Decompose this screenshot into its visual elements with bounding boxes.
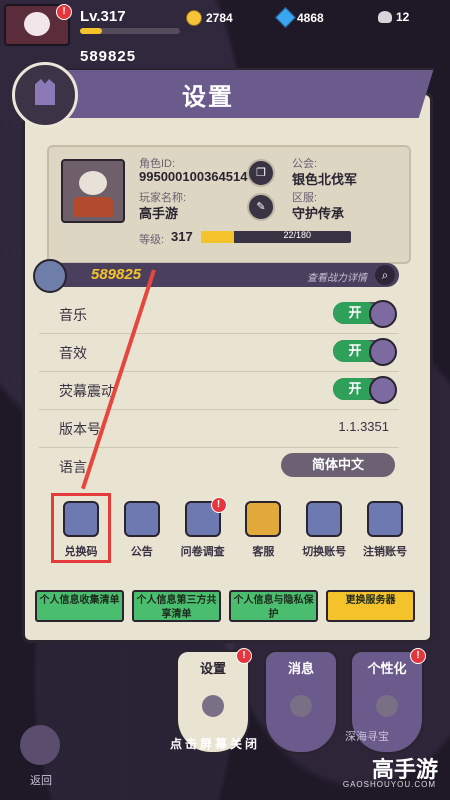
tab-messages[interactable]: 消息 bbox=[264, 650, 338, 754]
back-button[interactable] bbox=[20, 725, 60, 765]
language-label: 语言 bbox=[59, 459, 87, 475]
change-server-button[interactable]: 更换服务器 bbox=[326, 590, 415, 622]
coin-icon bbox=[186, 10, 202, 26]
level-label: 等级: bbox=[139, 234, 165, 246]
level-exp-bar: 22/180 bbox=[201, 230, 351, 243]
skull-knob-icon bbox=[369, 376, 397, 404]
music-label: 音乐 bbox=[59, 307, 87, 323]
role-id: 995000100364514 bbox=[139, 169, 248, 184]
close-hint[interactable]: 点击屏幕关闭 bbox=[170, 735, 260, 752]
skull-icon bbox=[378, 11, 392, 23]
gold-counter[interactable]: 2784 bbox=[186, 10, 233, 26]
gear-icon bbox=[202, 695, 224, 717]
gem-icon bbox=[274, 6, 297, 29]
shake-toggle[interactable]: 开 bbox=[333, 376, 397, 404]
privacy-share-button[interactable]: 个人信息第三方共享清单 bbox=[132, 590, 221, 622]
profile-level: 317 bbox=[171, 229, 193, 244]
privacy-collect-button[interactable]: 个人信息收集清单 bbox=[35, 590, 124, 622]
setting-row-version: 版本号 1.1.3351 bbox=[39, 409, 399, 448]
exp-bar bbox=[80, 28, 180, 34]
mail-icon bbox=[290, 695, 312, 717]
function-icons: 兑换码 公告 ! 问卷调查 客服 切换账号 注销账号 bbox=[51, 493, 413, 565]
music-toggle[interactable]: 开 bbox=[333, 300, 397, 328]
profile-avatar bbox=[61, 159, 125, 223]
title-banner: 设置 bbox=[12, 62, 434, 128]
avatar-badge: ! bbox=[56, 4, 72, 20]
server-name: 守护传承 bbox=[292, 206, 345, 221]
skull-counter[interactable]: 12 bbox=[378, 10, 409, 24]
language-select[interactable]: 简体中文 bbox=[281, 453, 395, 477]
setting-row-music: 音乐 开 bbox=[39, 295, 399, 334]
power-value: 589825 bbox=[91, 266, 142, 283]
delete-icon bbox=[366, 501, 403, 537]
support-button[interactable]: 客服 bbox=[235, 495, 291, 561]
question-icon bbox=[245, 501, 282, 537]
power-bar[interactable]: 589825 查看战力详情 ⌕ bbox=[33, 259, 399, 293]
announcement-button[interactable]: 公告 bbox=[114, 495, 170, 561]
megaphone-icon bbox=[123, 501, 160, 537]
profile-card: 角色ID: 995000100364514 ❐ 玩家名称: 高手游 ✎ 公会: … bbox=[47, 145, 411, 264]
settings-panel: 角色ID: 995000100364514 ❐ 玩家名称: 高手游 ✎ 公会: … bbox=[22, 92, 433, 643]
crown-icon bbox=[12, 62, 78, 128]
privacy-protect-button[interactable]: 个人信息与隐私保护 bbox=[229, 590, 318, 622]
guild-name: 银色北伐军 bbox=[292, 172, 358, 187]
survey-button[interactable]: ! 问卷调查 bbox=[175, 495, 231, 561]
edit-icon[interactable]: ✎ bbox=[247, 193, 275, 221]
power-detail-link[interactable]: 查看战力详情 bbox=[307, 269, 367, 284]
switch-account-button[interactable]: 切换账号 bbox=[296, 495, 352, 561]
player-level: Lv.317 bbox=[80, 8, 126, 25]
skull-knob-icon bbox=[369, 338, 397, 366]
sfx-toggle[interactable]: 开 bbox=[333, 338, 397, 366]
version-label: 版本号 bbox=[59, 421, 101, 437]
sword-icon bbox=[33, 259, 67, 293]
setting-row-sfx: 音效 开 bbox=[39, 333, 399, 372]
search-icon[interactable]: ⌕ bbox=[375, 265, 395, 285]
delete-account-button[interactable]: 注销账号 bbox=[357, 495, 413, 561]
switch-icon bbox=[306, 501, 343, 537]
treasure-label: 深海寻宝 bbox=[345, 731, 389, 743]
brush-icon bbox=[376, 695, 398, 717]
survey-badge: ! bbox=[210, 497, 227, 513]
top-hud: ! Lv.317 2784 4868 12 589825 bbox=[0, 0, 450, 70]
shake-label: 荧幕震动 bbox=[59, 383, 115, 399]
gem-counter[interactable]: 4868 bbox=[274, 6, 324, 29]
sfx-label: 音效 bbox=[59, 345, 87, 361]
redeem-icon bbox=[63, 501, 99, 537]
redeem-code-button[interactable]: 兑换码 bbox=[51, 493, 111, 563]
watermark-url: GAOSHOUYOU.COM bbox=[342, 780, 436, 789]
player-name: 高手游 bbox=[139, 206, 179, 221]
skull-knob-icon bbox=[369, 300, 397, 328]
version-value: 1.1.3351 bbox=[338, 419, 389, 434]
copy-icon[interactable]: ❐ bbox=[247, 159, 275, 187]
tab-customize-badge: ! bbox=[410, 648, 426, 664]
tab-settings-badge: ! bbox=[236, 648, 252, 664]
bottom-buttons: 个人信息收集清单 个人信息第三方共享清单 个人信息与隐私保护 更换服务器 bbox=[35, 590, 415, 622]
setting-row-shake: 荧幕震动 开 bbox=[39, 371, 399, 410]
page-title: 设置 bbox=[182, 84, 234, 111]
back-label: 返回 bbox=[30, 775, 52, 787]
